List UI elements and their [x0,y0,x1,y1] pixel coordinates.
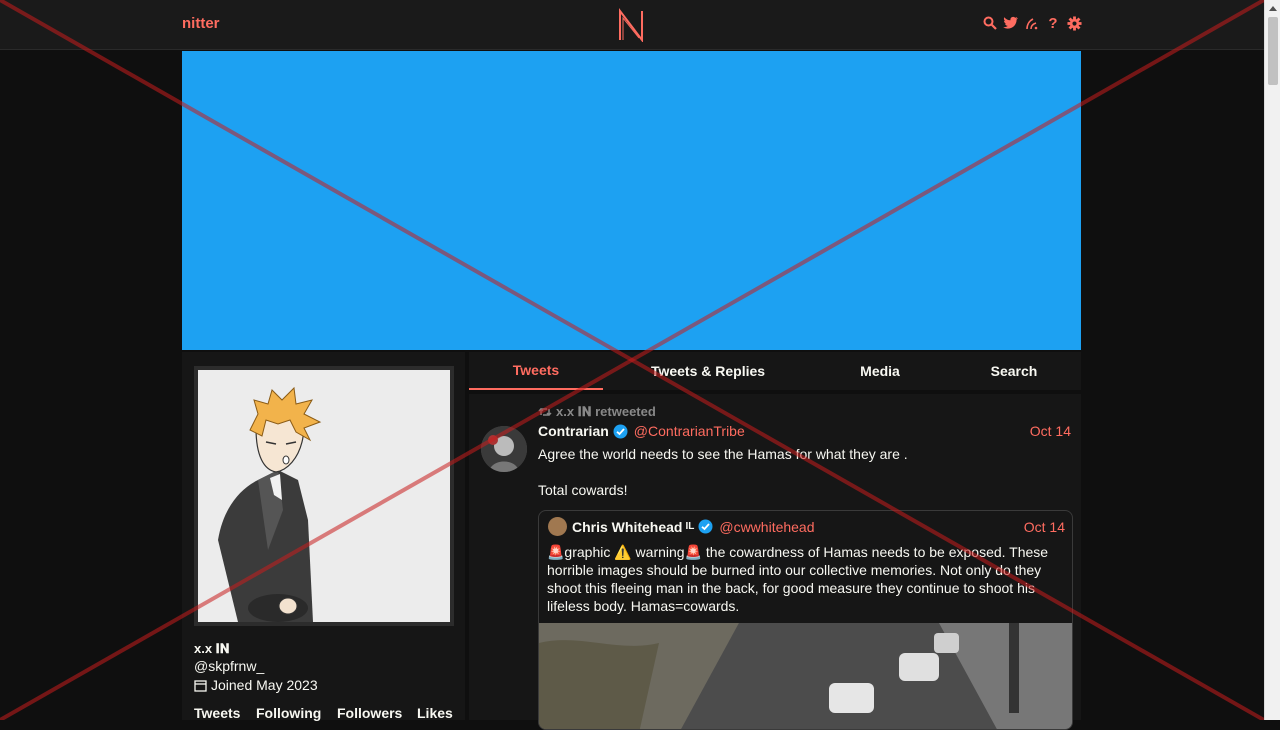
retweet-icon [538,407,552,417]
tweet-header: Contrarian @ContrarianTribe Oct 14 [538,423,1071,439]
profile-fullname[interactable]: x.x 𝐈𝐍 [194,641,230,657]
profile-card: x.x 𝐈𝐍 @skpfrnw_ Joined May 2023 Tweets … [182,352,465,721]
tweet-author-avatar[interactable] [481,426,527,472]
tab-search[interactable]: Search [947,352,1081,390]
nitter-home-link[interactable]: nitter [182,15,220,32]
quote-date[interactable]: Oct 14 [1024,519,1065,535]
tweet-text-line: Agree the world needs to see the Hamas f… [538,446,908,462]
calendar-icon [194,679,207,692]
israel-flag-icon: IL [685,521,695,532]
stat-following[interactable]: Following [256,705,337,721]
scrollbar-thumb[interactable] [1268,17,1278,85]
quote-author-fullname[interactable]: Chris Whitehead [572,519,682,535]
profile-stats: Tweets Following Followers Likes [194,705,453,721]
help-icon[interactable]: ? [1045,14,1061,32]
retweet-header: x.x 𝐈𝐍 retweeted [538,404,656,420]
quote-header: Chris Whitehead IL @cwwhitehead Oct 14 [548,517,1065,536]
verified-badge-icon [698,519,713,534]
scroll-up-icon[interactable] [1265,0,1280,16]
profile-joined-text: Joined May 2023 [211,677,318,693]
profile-avatar[interactable] [194,366,454,626]
twitter-bird-icon[interactable] [1003,14,1019,32]
profile-username[interactable]: @skpfrnw_ [194,658,264,674]
search-icon[interactable] [982,14,998,32]
tweet[interactable]: x.x 𝐈𝐍 retweeted Contrarian @ContrarianT… [469,394,1081,730]
quote-author-username[interactable]: @cwwhitehead [719,519,814,535]
profile-banner[interactable] [182,51,1081,350]
tweet-text-line: Total cowards! [538,482,628,498]
stat-likes[interactable]: Likes [417,705,453,721]
nitter-logo-icon[interactable] [617,8,645,42]
quote-content: 🚨graphic ⚠️ warning🚨 the cowardness of H… [547,544,1049,614]
tab-media[interactable]: Media [813,352,947,390]
quote-tweet[interactable]: Chris Whitehead IL @cwwhitehead Oct 14 🚨… [538,510,1073,730]
tab-tweets[interactable]: Tweets [469,352,603,390]
settings-icon[interactable] [1066,14,1082,32]
page-scrollbar[interactable] [1264,0,1280,720]
quote-author-avatar[interactable] [548,517,567,536]
timeline-tabs: Tweets Tweets & Replies Media Search [469,352,1081,390]
stat-followers[interactable]: Followers [337,705,417,721]
tweet-date[interactable]: Oct 14 [1030,423,1071,439]
tab-tweets-replies[interactable]: Tweets & Replies [603,352,813,390]
verified-badge-icon [613,424,628,438]
quote-media-image[interactable] [539,623,1073,730]
tweet-author-fullname[interactable]: Contrarian [538,423,609,439]
tweet-author-username[interactable]: @ContrarianTribe [634,423,745,439]
stat-tweets[interactable]: Tweets [194,705,256,721]
retweet-header-text: x.x 𝐈𝐍 retweeted [556,404,656,419]
avatar-image [198,370,450,622]
nav-icons: ? [982,14,1082,32]
rss-icon[interactable] [1024,14,1040,32]
tweet-content: Agree the world needs to see the Hamas f… [538,445,1071,517]
profile-joined: Joined May 2023 [194,677,318,693]
navbar: nitter ? [0,0,1264,50]
